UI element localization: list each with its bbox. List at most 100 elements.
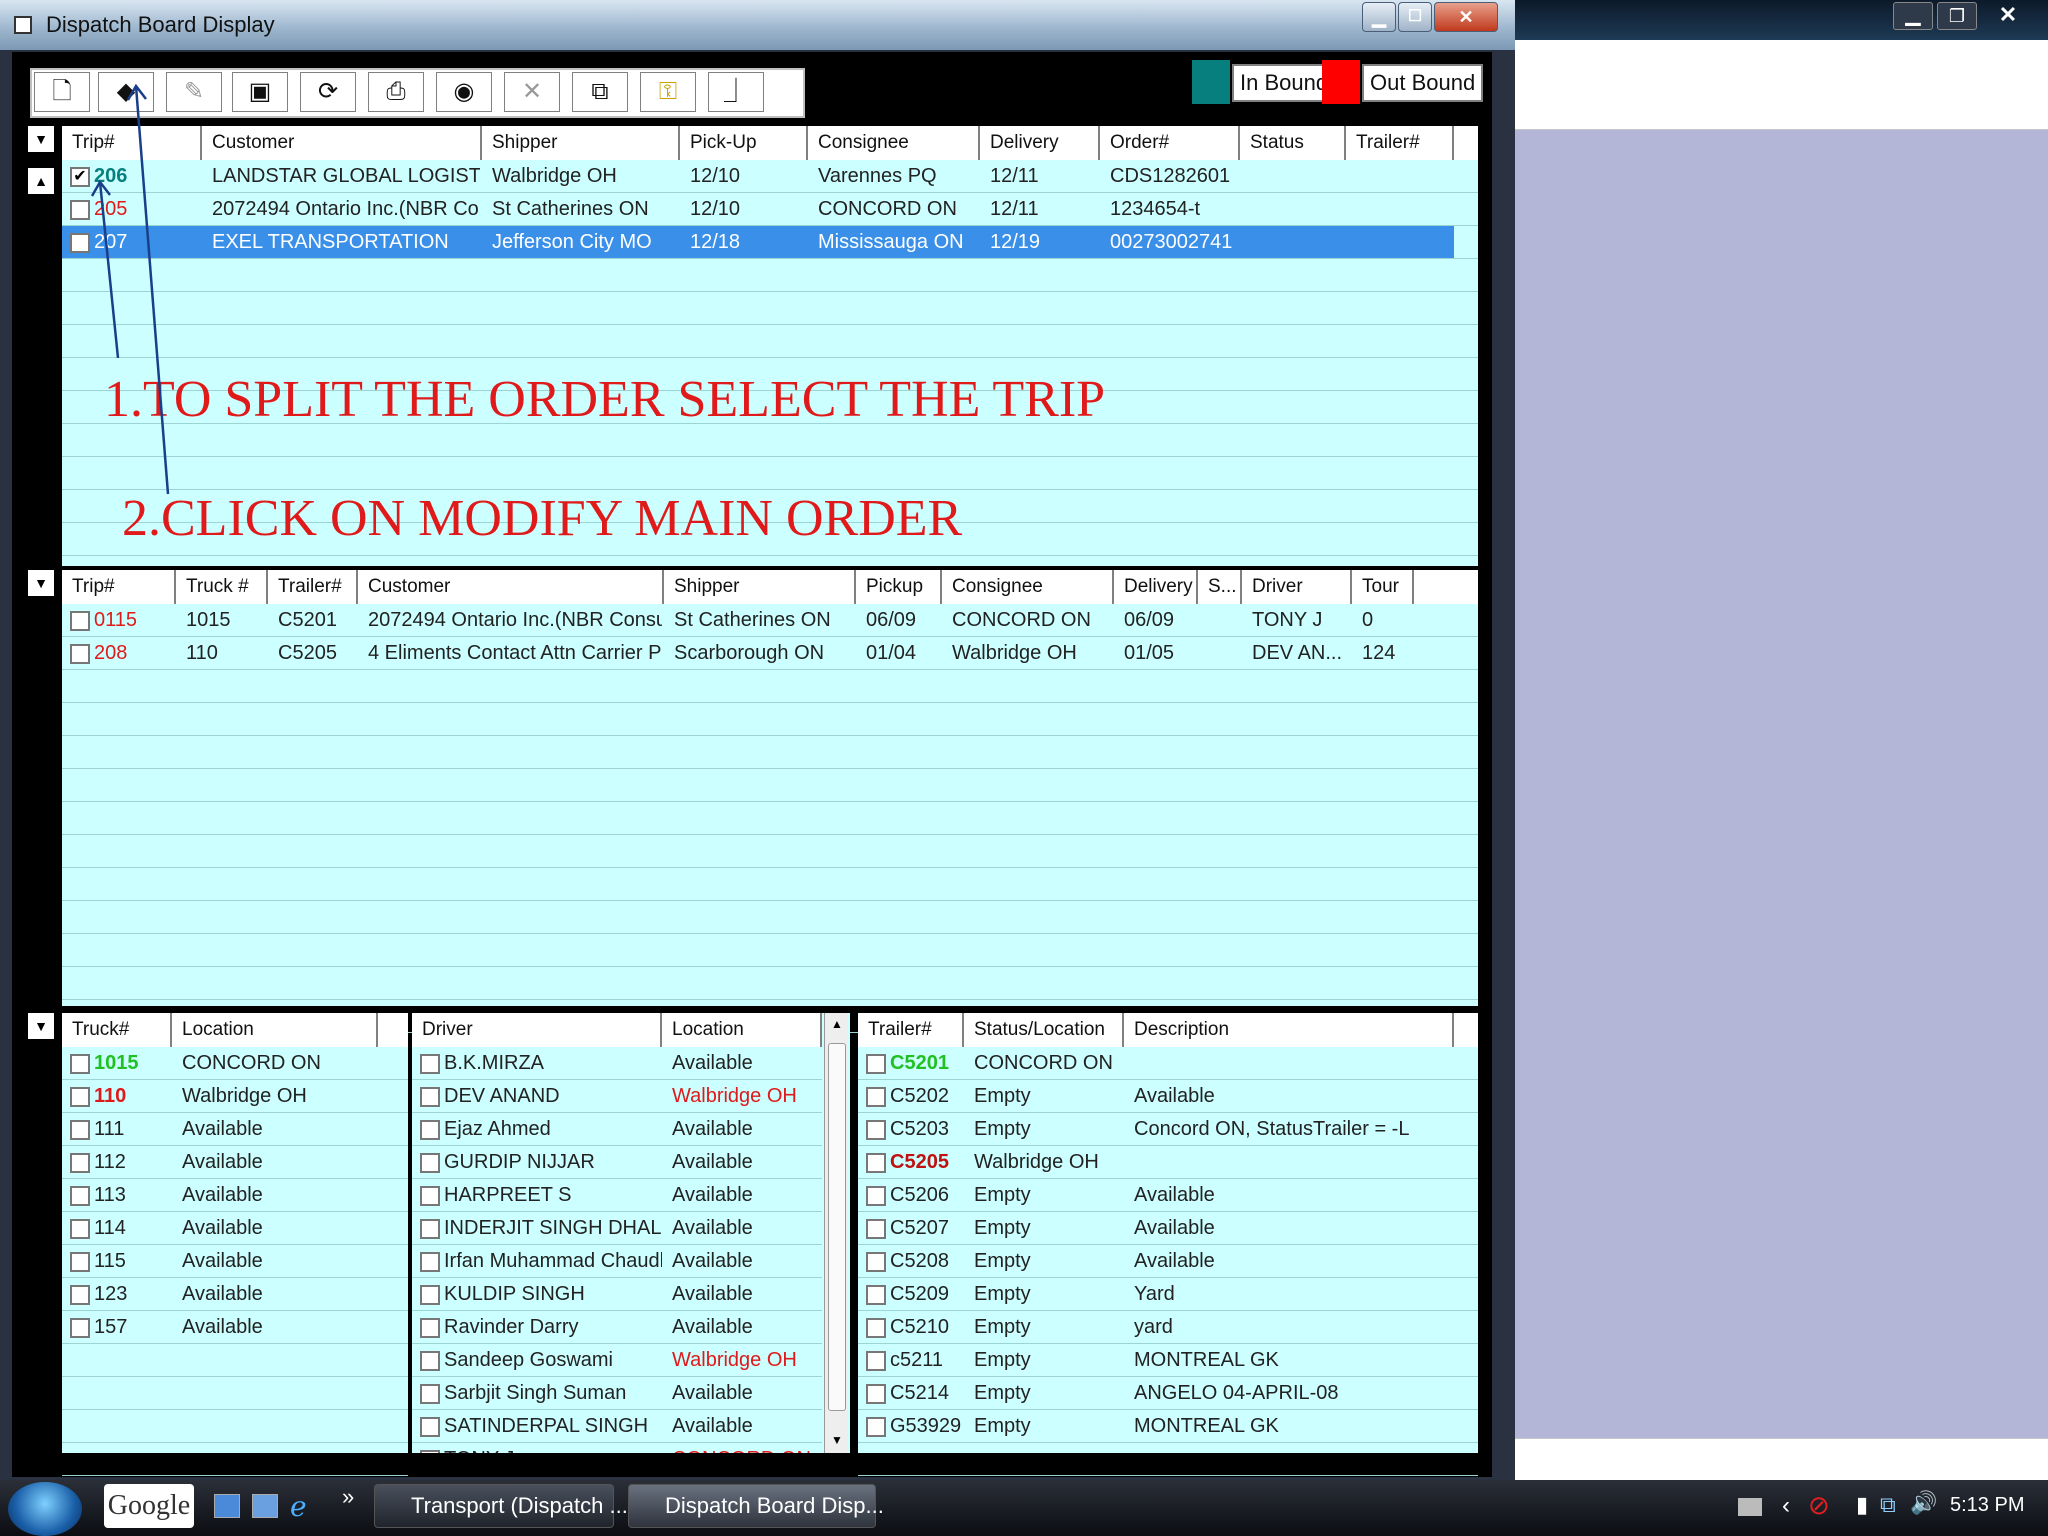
internet-explorer-icon[interactable]: ℯ [290,1490,307,1523]
trailer-row[interactable]: C5214 Empty ANGELO 04-APRIL-08 [858,1377,1478,1410]
power-icon[interactable]: ▮ [1856,1492,1868,1518]
start-button[interactable] [8,1482,82,1536]
driver-row[interactable]: DEV ANAND Walbridge OH [412,1080,822,1113]
drivers-row-checkbox[interactable] [420,1087,440,1107]
trucks-row-checkbox[interactable] [70,1252,90,1272]
truck-row[interactable]: 110 Walbridge OH [62,1080,408,1113]
drivers-row-checkbox[interactable] [420,1417,440,1437]
trailer-row[interactable]: C5210 Empty yard [858,1311,1478,1344]
trailer-row[interactable]: G53929 Empty MONTREAL GK [858,1410,1478,1443]
drivers-row-checkbox[interactable] [420,1219,440,1239]
trips-column-header[interactable]: Pickup [856,570,942,604]
driver-row[interactable]: KULDIP SINGH Available [412,1278,822,1311]
trips-column-header[interactable]: Customer [358,570,664,604]
driver-row[interactable]: B.K.MIRZA Available [412,1047,822,1080]
drivers-row-checkbox[interactable] [420,1186,440,1206]
truck-row[interactable]: 113 Available [62,1179,408,1212]
trips-column-header[interactable]: Tour [1352,570,1414,604]
trailer-row[interactable]: c5211 Empty MONTREAL GK [858,1344,1478,1377]
trailers-row-checkbox[interactable] [866,1054,886,1074]
trucks-column-header[interactable]: Location [172,1013,378,1047]
restore-icon[interactable]: ❐ [1937,2,1977,30]
trips-column-header[interactable]: Delivery [1114,570,1198,604]
trip-row[interactable]: 208 110 C5205 4 Eliments Contact Attn Carri… [62,637,1462,670]
trailer-row[interactable]: C5209 Empty Yard [858,1278,1478,1311]
trucks-row-checkbox[interactable] [70,1153,90,1173]
driver-row[interactable]: Sandeep Goswami Walbridge OH [412,1344,822,1377]
truck-row[interactable]: 115 Available [62,1245,408,1278]
close-icon[interactable]: ✕ [1983,2,2033,30]
driver-row[interactable]: Ejaz Ahmed Available [412,1113,822,1146]
trucks-column-header[interactable]: Truck# [62,1013,172,1047]
quicklaunch-more-icon[interactable]: » [342,1484,354,1510]
trailers-row-checkbox[interactable] [866,1186,886,1206]
google-toolbar-logo[interactable]: Google [104,1484,194,1528]
truck-row[interactable]: 111 Available [62,1113,408,1146]
drivers-column-header[interactable]: Location [662,1013,822,1047]
drivers-row-checkbox[interactable] [420,1318,440,1338]
trailer-row[interactable]: C5206 Empty Available [858,1179,1478,1212]
trailers-column-header[interactable]: Status/Location [964,1013,1124,1047]
drivers-row-checkbox[interactable] [420,1120,440,1140]
trailer-row[interactable]: C5201 CONCORD ON [858,1047,1478,1080]
driver-row[interactable]: SATINDERPAL SINGH Available [412,1410,822,1443]
trucks-row-checkbox[interactable] [70,1186,90,1206]
trips-row-checkbox[interactable] [70,611,90,631]
truck-row[interactable]: 114 Available [62,1212,408,1245]
resources-collapse-icon[interactable]: ▼ [28,1013,54,1039]
taskbar-item-dispatch-board[interactable]: Dispatch Board Disp... [628,1484,884,1528]
trips-column-header[interactable]: Truck # [176,570,268,604]
trailers-row-checkbox[interactable] [866,1285,886,1305]
trailers-row-checkbox[interactable] [866,1417,886,1437]
trailers-row-checkbox[interactable] [866,1087,886,1107]
drivers-scrollbar[interactable]: ▲ ▼ [824,1013,848,1453]
truck-row[interactable]: 157 Available [62,1311,408,1344]
scrollbar-thumb[interactable] [828,1043,846,1411]
drivers-row-checkbox[interactable] [420,1153,440,1173]
trips-column-header[interactable]: Trip# [62,570,176,604]
driver-row[interactable]: Sarbjit Singh Suman Available [412,1377,822,1410]
show-desktop-icon[interactable] [214,1494,240,1518]
trips-row-checkbox[interactable] [70,644,90,664]
drivers-row-checkbox[interactable] [420,1054,440,1074]
trips-column-header[interactable]: Driver [1242,570,1352,604]
trailers-row-checkbox[interactable] [866,1120,886,1140]
truck-row[interactable]: 123 Available [62,1278,408,1311]
clock[interactable]: 5:13 PM [1950,1494,2024,1517]
driver-row[interactable]: GURDIP NIJJAR Available [412,1146,822,1179]
trucks-row-checkbox[interactable] [70,1318,90,1338]
trucks-row-checkbox[interactable] [70,1219,90,1239]
trucks-row-checkbox[interactable] [70,1054,90,1074]
drivers-row-checkbox[interactable] [420,1252,440,1272]
truck-row[interactable]: 1015 CONCORD ON [62,1047,408,1080]
driver-row[interactable]: Irfan Muhammad Chaudhry Available [412,1245,822,1278]
trailers-row-checkbox[interactable] [866,1153,886,1173]
driver-row[interactable]: TONY J CONCORD ON [412,1443,822,1453]
trips-column-header[interactable]: S... [1198,570,1242,604]
driver-row[interactable]: HARPREET S Available [412,1179,822,1212]
trailers-row-checkbox[interactable] [866,1384,886,1404]
taskbar-item-transport[interactable]: Transport (Dispatch ... [374,1484,628,1528]
tray-expand-icon[interactable]: ‹ [1782,1492,1790,1520]
driver-row[interactable]: INDERJIT SINGH DHALI... Available [412,1212,822,1245]
keyboard-icon[interactable] [1738,1498,1762,1516]
scroll-down-icon[interactable]: ▼ [825,1433,849,1447]
trailers-row-checkbox[interactable] [866,1252,886,1272]
trucks-row-checkbox[interactable] [70,1120,90,1140]
minimize-icon[interactable]: ▁ [1893,2,1933,30]
trailers-column-header[interactable]: Description [1124,1013,1454,1047]
trailers-column-header[interactable]: Trailer# [858,1013,964,1047]
driver-row[interactable]: Ravinder Darry Available [412,1311,822,1344]
network-icon[interactable]: ⧉ [1880,1492,1896,1518]
scroll-up-icon[interactable]: ▲ [825,1017,849,1031]
switch-windows-icon[interactable] [252,1494,278,1518]
drivers-row-checkbox[interactable] [420,1285,440,1305]
trips-column-header[interactable]: Consignee [942,570,1114,604]
drivers-row-checkbox[interactable] [420,1384,440,1404]
drivers-column-header[interactable]: Driver [412,1013,662,1047]
truck-row[interactable]: 112 Available [62,1146,408,1179]
trailer-row[interactable]: C5202 Empty Available [858,1080,1478,1113]
trip-row[interactable]: 0115 1015 C5201 2072494 Ontario Inc.(NBR Co… [62,604,1462,637]
trailer-row[interactable]: C5203 Empty Concord ON, StatusTrailer = -L [858,1113,1478,1146]
drivers-row-checkbox[interactable] [420,1351,440,1371]
